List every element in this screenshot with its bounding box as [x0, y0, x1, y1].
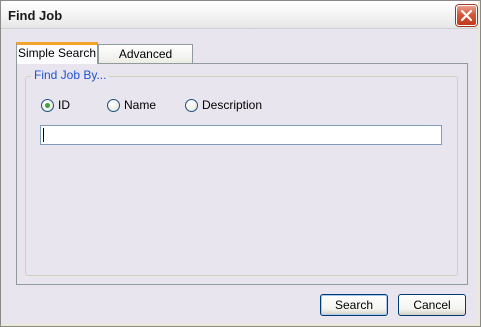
text-caret	[43, 128, 44, 142]
tab-simple-search-label: Simple Search	[17, 46, 97, 60]
radio-description-label: Description	[202, 98, 263, 112]
tab-advanced-search[interactable]: Advanced Search	[98, 44, 193, 79]
search-button[interactable]: Search	[320, 294, 388, 316]
radio-description-indicator[interactable]	[185, 98, 198, 112]
window-title: Find Job	[8, 8, 63, 23]
radio-name-label: Name	[124, 98, 157, 112]
group-legend: Find Job By...	[31, 68, 110, 82]
radio-description[interactable]: Description	[185, 98, 262, 112]
radio-id[interactable]: ID	[41, 98, 70, 112]
radio-name-indicator[interactable]	[107, 98, 120, 112]
title-bar[interactable]: Find Job	[1, 1, 478, 29]
radio-id-indicator[interactable]	[41, 98, 54, 112]
radio-name[interactable]: Name	[107, 98, 156, 112]
radio-id-label: ID	[58, 98, 70, 112]
cancel-button[interactable]: Cancel	[398, 294, 466, 316]
tab-simple-search[interactable]: Simple Search	[16, 42, 98, 64]
close-button[interactable]	[456, 5, 477, 26]
search-input[interactable]	[40, 125, 442, 145]
